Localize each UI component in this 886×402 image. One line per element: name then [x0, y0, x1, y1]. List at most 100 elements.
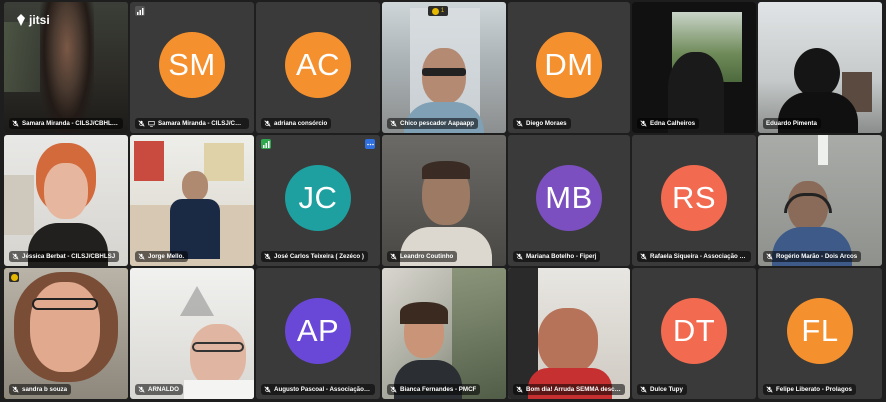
mic-muted-icon	[390, 120, 397, 127]
participant-name: Rafaela Siqueira - Associação Raízes	[650, 253, 747, 260]
mic-muted-icon	[516, 253, 523, 260]
participant-tile[interactable]: FL Felipe Liberato - Prolagos	[758, 268, 882, 399]
mic-muted-icon	[516, 120, 523, 127]
mic-muted-icon	[12, 120, 19, 127]
mic-muted-icon	[264, 253, 271, 260]
more-options-icon[interactable]	[365, 139, 375, 149]
participant-name: ARNALDO	[148, 386, 179, 393]
participant-name-bar: Chico pescador Aapaapp	[387, 118, 479, 129]
signal-icon	[135, 6, 145, 16]
raised-hand-icon	[9, 272, 19, 282]
participant-tile[interactable]: SM Samara Miranda - CILSJ/CBHLSJ	[130, 2, 254, 133]
participant-name-bar: Bom dia! Arruda SEMMA desculpa ...	[513, 384, 625, 395]
participant-tile[interactable]: AP Augusto Pascoal - Associação Raí...	[256, 268, 380, 399]
participant-name: Samara Miranda - CILSJ/CBHLSJ	[158, 120, 245, 127]
participant-tile[interactable]: Leandro Coutinho	[382, 135, 506, 266]
participant-tile[interactable]: Rogério Marão - Dois Arcos	[758, 135, 882, 266]
participant-name-bar: Leandro Coutinho	[387, 251, 458, 262]
participant-name-bar: Jéssica Berbat - CILSJ/CBHLSJ	[9, 251, 120, 262]
raised-hand-count: 1	[440, 8, 445, 14]
participant-name-bar: Mariana Botelho - Fiperj	[513, 251, 601, 262]
participant-tile[interactable]: 1 Chico pescador Aapaapp	[382, 2, 506, 133]
participant-video	[632, 2, 756, 133]
participant-name-bar: ARNALDO	[135, 384, 183, 395]
participant-name: Chico pescador Aapaapp	[400, 120, 475, 127]
mic-muted-icon	[640, 386, 647, 393]
jitsi-icon	[17, 14, 25, 26]
participant-name-bar: Rafaela Siqueira - Associação Raízes	[637, 251, 751, 262]
participant-video	[4, 268, 128, 399]
participant-tile[interactable]: jitsi Samara Miranda - CILSJ/CBHLSJ	[4, 2, 128, 133]
participant-name: adriana consórcio	[274, 120, 328, 127]
participant-avatar: JC	[285, 164, 351, 231]
participant-tile[interactable]: JC José Carlos Teixeira ( Zezéco )	[256, 135, 380, 266]
participant-name: Bom dia! Arruda SEMMA desculpa ...	[526, 386, 621, 393]
mic-muted-icon	[264, 120, 271, 127]
participant-name: Leandro Coutinho	[400, 253, 454, 260]
participant-name: Jorge Mello.	[148, 253, 185, 260]
participant-name-bar: Edna Calheiros	[637, 118, 700, 129]
mic-muted-icon	[390, 386, 397, 393]
participant-tile[interactable]: DT Dulce Tupy	[632, 268, 756, 399]
participant-tile[interactable]: DM Diego Moraes	[508, 2, 630, 133]
mic-muted-icon	[516, 386, 523, 393]
participant-tile[interactable]: Eduardo Pimenta	[758, 2, 882, 133]
participant-avatar: DM	[536, 31, 602, 98]
participant-tile[interactable]: RS Rafaela Siqueira - Associação Raízes	[632, 135, 756, 266]
participant-video	[382, 2, 506, 133]
logo-text: jitsi	[29, 13, 50, 27]
participant-avatar: DT	[661, 297, 727, 364]
participant-name: sandra b souza	[22, 386, 68, 393]
participant-video	[130, 135, 254, 266]
participant-tile[interactable]: Bom dia! Arruda SEMMA desculpa ...	[508, 268, 630, 399]
participant-tile[interactable]: Bianca Fernandes - PMCF	[382, 268, 506, 399]
participant-avatar: SM	[159, 31, 225, 98]
participant-name: José Carlos Teixeira ( Zezéco )	[274, 253, 364, 260]
participant-name: Samara Miranda - CILSJ/CBHLSJ	[22, 120, 119, 127]
participant-tile[interactable]: Jéssica Berbat - CILSJ/CBHLSJ	[4, 135, 128, 266]
participant-name: Edna Calheiros	[650, 120, 696, 127]
participant-name-bar: Jorge Mello.	[135, 251, 189, 262]
mic-muted-icon	[766, 386, 773, 393]
participant-name: Bianca Fernandes - PMCF	[400, 386, 477, 393]
participant-tile[interactable]: Jorge Mello.	[130, 135, 254, 266]
mic-muted-icon	[138, 253, 145, 260]
participant-tile[interactable]: sandra b souza	[4, 268, 128, 399]
participant-name-bar: Samara Miranda - CILSJ/CBHLSJ	[135, 118, 249, 129]
participant-video	[758, 2, 882, 133]
participant-name: Rogério Marão - Dois Arcos	[776, 253, 858, 260]
mic-muted-icon	[766, 253, 773, 260]
participant-tile[interactable]: AC adriana consórcio	[256, 2, 380, 133]
participant-name: Diego Moraes	[526, 120, 567, 127]
participant-tile[interactable]: MB Mariana Botelho - Fiperj	[508, 135, 630, 266]
screen-share-icon	[148, 121, 155, 127]
jitsi-logo: jitsi	[16, 13, 50, 27]
participant-name-bar: Dulce Tupy	[637, 384, 687, 395]
participant-name-bar: adriana consórcio	[261, 118, 332, 129]
mic-muted-icon	[390, 253, 397, 260]
mic-muted-icon	[640, 253, 647, 260]
participant-video	[130, 268, 254, 399]
participant-name-bar: Samara Miranda - CILSJ/CBHLSJ	[9, 118, 123, 129]
mic-muted-icon	[12, 253, 19, 260]
participant-avatar: RS	[661, 164, 727, 231]
mic-muted-icon	[138, 386, 145, 393]
participant-name-bar: Felipe Liberato - Prolagos	[763, 384, 856, 395]
participant-name: Jéssica Berbat - CILSJ/CBHLSJ	[22, 253, 116, 260]
participant-grid: jitsi Samara Miranda - CILSJ/CBHLSJ SM S…	[0, 0, 886, 402]
participant-name: Augusto Pascoal - Associação Raí...	[274, 386, 371, 393]
mic-muted-icon	[264, 386, 271, 393]
participant-name-bar: Diego Moraes	[513, 118, 571, 129]
participant-name-bar: Augusto Pascoal - Associação Raí...	[261, 384, 375, 395]
participant-tile[interactable]: Edna Calheiros	[632, 2, 756, 133]
participant-name-bar: Bianca Fernandes - PMCF	[387, 384, 481, 395]
participant-name: Dulce Tupy	[650, 386, 683, 393]
participant-avatar: MB	[536, 164, 602, 231]
participant-video	[382, 268, 506, 399]
participant-name: Mariana Botelho - Fiperj	[526, 253, 597, 260]
participant-video	[382, 135, 506, 266]
mic-muted-icon	[640, 120, 647, 127]
participant-name-bar: sandra b souza	[9, 384, 72, 395]
participant-tile[interactable]: ARNALDO	[130, 268, 254, 399]
signal-icon	[261, 139, 271, 149]
